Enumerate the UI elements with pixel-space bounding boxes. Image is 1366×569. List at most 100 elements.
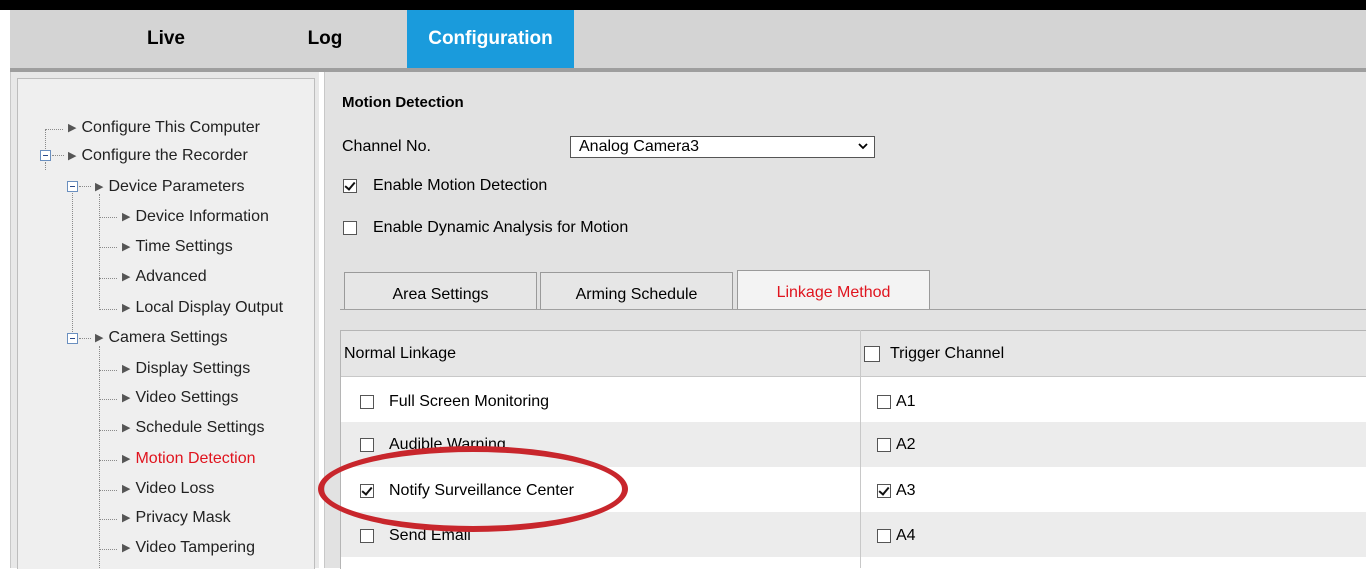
sidebar-item-label: Display Settings (135, 360, 251, 377)
nav-tab-log[interactable]: Log (280, 10, 370, 68)
triangle-right-icon: ▶ (122, 271, 131, 283)
tree-connector (99, 247, 117, 248)
sidebar-item-video-settings[interactable]: ▶ Video Settings (122, 388, 238, 409)
chevron-down-icon (858, 143, 868, 150)
triangle-right-icon: ▶ (122, 483, 131, 495)
triangle-right-icon: ▶ (122, 363, 131, 375)
channel-a1-checkbox[interactable] (877, 395, 891, 409)
tree-connector (99, 490, 117, 491)
sidebar-item-motion-detection[interactable]: ▶ Motion Detection (122, 449, 256, 470)
page-title: Motion Detection (342, 94, 464, 111)
sidebar-item-label: Video Tampering (135, 539, 255, 556)
sidebar-item-device-parameters[interactable]: ▶ Device Parameters (95, 177, 245, 198)
enable-motion-checkbox[interactable] (343, 179, 357, 193)
tree-connector (99, 399, 117, 400)
triangle-right-icon: ▶ (95, 181, 104, 193)
full-screen-monitoring-label: Full Screen Monitoring (389, 393, 550, 410)
sidebar-item-label: Motion Detection (135, 450, 256, 467)
tree-connector (99, 346, 100, 568)
channel-select[interactable]: Analog Camera3 (570, 136, 875, 158)
table-header (341, 331, 1366, 377)
send-email-checkbox[interactable] (360, 529, 374, 543)
tree-connector (52, 155, 64, 156)
triangle-right-icon: ▶ (122, 392, 131, 404)
triangle-right-icon: ▶ (122, 453, 131, 465)
triangle-right-icon: ▶ (122, 211, 131, 223)
channel-a3-checkbox[interactable] (877, 484, 891, 498)
sidebar-item-label: Configure the Recorder (81, 147, 248, 164)
collapse-icon[interactable] (67, 333, 78, 344)
tree-connector (99, 460, 117, 461)
trigger-channel-all-checkbox[interactable] (864, 346, 880, 362)
sidebar-item-label: Schedule Settings (135, 419, 265, 436)
channel-a2-checkbox[interactable] (877, 438, 891, 452)
highlight-ellipse (318, 446, 628, 532)
sidebar-item-local-display-output[interactable]: ▶ Local Display Output (122, 298, 283, 319)
tree-connector (45, 162, 46, 170)
channel-a4-label: A4 (896, 527, 916, 544)
column-divider (860, 330, 861, 568)
tree-connector (99, 217, 117, 218)
channel-a1-label: A1 (896, 393, 916, 410)
sidebar-item-label: Local Display Output (135, 299, 284, 316)
sidebar-item-schedule-settings[interactable]: ▶ Schedule Settings (122, 418, 264, 439)
collapse-icon[interactable] (67, 181, 78, 192)
triangle-right-icon: ▶ (122, 512, 131, 524)
triangle-right-icon: ▶ (95, 332, 104, 344)
collapse-icon[interactable] (40, 150, 51, 161)
sidebar-item-video-tampering[interactable]: ▶ Video Tampering (122, 538, 255, 559)
sidebar-item-time-settings[interactable]: ▶ Time Settings (122, 237, 233, 258)
channel-a2-label: A2 (896, 436, 916, 453)
sidebar-item-label: Device Information (135, 208, 269, 225)
tree-connector (45, 129, 46, 149)
tree-connector (99, 370, 117, 371)
triangle-right-icon: ▶ (122, 422, 131, 434)
tree-connector (79, 186, 91, 187)
triangle-right-icon: ▶ (122, 302, 131, 314)
sidebar-item-label: Configure This Computer (81, 119, 260, 136)
sidebar-item-label: Time Settings (135, 238, 233, 255)
sidebar-item-label: Device Parameters (108, 178, 245, 195)
audible-warning-checkbox[interactable] (360, 438, 374, 452)
sidebar-item-label: Camera Settings (108, 329, 228, 346)
tab-baseline (340, 309, 1366, 310)
tree-connector (99, 549, 117, 550)
channel-a3-label: A3 (896, 482, 916, 499)
sidebar-item-label: Privacy Mask (135, 509, 231, 526)
tab-area-settings[interactable]: Area Settings (344, 272, 537, 310)
nav-tab-live[interactable]: Live (116, 10, 216, 68)
full-screen-monitoring-checkbox[interactable] (360, 395, 374, 409)
channel-label: Channel No. (342, 138, 431, 155)
triangle-right-icon: ▶ (68, 150, 77, 162)
tree-connector (99, 278, 117, 279)
sidebar-item-configure-the-recorder[interactable]: ▶ Configure the Recorder (68, 146, 248, 167)
sidebar-item-label: Video Loss (135, 480, 215, 497)
sidebar-item-display-settings[interactable]: ▶ Display Settings (122, 359, 250, 380)
sidebar-item-privacy-mask[interactable]: ▶ Privacy Mask (122, 508, 231, 529)
top-edge (0, 0, 1366, 10)
tree-connector (99, 309, 117, 310)
trigger-channel-header: Trigger Channel (890, 345, 1005, 362)
sidebar-item-camera-settings[interactable]: ▶ Camera Settings (95, 328, 228, 349)
tree-connector (99, 519, 117, 520)
tree-connector (45, 129, 63, 130)
tab-arming-schedule[interactable]: Arming Schedule (540, 272, 733, 310)
tree-connector (72, 193, 73, 338)
sidebar-item-label: Advanced (135, 268, 207, 285)
triangle-right-icon: ▶ (68, 122, 77, 134)
sidebar-item-advanced[interactable]: ▶ Advanced (122, 267, 207, 288)
tab-linkage-method[interactable]: Linkage Method (737, 270, 930, 310)
enable-motion-label: Enable Motion Detection (373, 177, 548, 194)
sidebar-item-label: Video Settings (135, 389, 239, 406)
channel-select-value: Analog Camera3 (579, 138, 700, 155)
channel-a4-checkbox[interactable] (877, 529, 891, 543)
sidebar-item-device-information[interactable]: ▶ Device Information (122, 207, 269, 228)
triangle-right-icon: ▶ (122, 241, 131, 253)
sidebar-item-configure-this-computer[interactable]: ▶ Configure This Computer (68, 118, 260, 139)
triangle-right-icon: ▶ (122, 542, 131, 554)
sidebar-item-video-loss[interactable]: ▶ Video Loss (122, 479, 214, 500)
tree-connector (99, 430, 117, 431)
tree-connector (99, 194, 100, 310)
enable-dynamic-checkbox[interactable] (343, 221, 357, 235)
nav-tab-configuration[interactable]: Configuration (407, 10, 574, 68)
